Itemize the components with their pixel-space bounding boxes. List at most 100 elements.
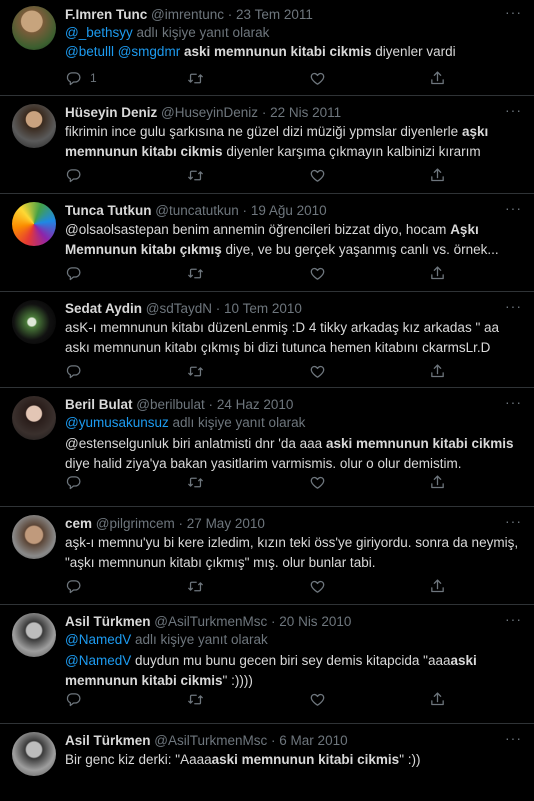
author-name[interactable]: Asil Türkmen [65, 733, 151, 748]
tweet[interactable]: Tunca Tutkun @tuncatutkun · 19 Ağu 2010 … [0, 194, 534, 292]
share-button[interactable] [429, 264, 446, 282]
reply-button[interactable] [65, 362, 82, 380]
retweet-button[interactable] [187, 264, 204, 282]
mention-link[interactable]: @betulll @smgdmr [65, 44, 180, 59]
reply-to-link[interactable]: @_bethsyy [65, 25, 133, 40]
like-button[interactable] [309, 69, 326, 87]
reply-button[interactable] [65, 577, 82, 595]
reply-to-link[interactable]: @yumusakunsuz [65, 415, 169, 430]
like-button[interactable] [309, 166, 326, 184]
reply-button[interactable] [65, 690, 82, 708]
like-button[interactable] [309, 473, 326, 491]
avatar[interactable] [12, 104, 56, 148]
author-name[interactable]: Beril Bulat [65, 397, 133, 412]
more-icon[interactable]: ··· [505, 102, 522, 118]
tweet-date[interactable]: 6 Mar 2010 [279, 733, 347, 748]
author-name[interactable]: Sedat Aydin [65, 301, 142, 316]
author-name[interactable]: F.Imren Tunc [65, 7, 147, 22]
highlighted-text: aski memnunun kitabi cikmis [211, 752, 400, 767]
separator: · [261, 105, 267, 120]
tweet-date[interactable]: 22 Nis 2011 [270, 105, 341, 120]
tweet-actions [65, 473, 465, 491]
author-handle[interactable]: @AsilTurkmenMsc [154, 614, 267, 629]
author-name[interactable]: Asil Türkmen [65, 614, 151, 629]
tweet[interactable]: Hüseyin Deniz @HuseyinDeniz · 22 Nis 201… [0, 96, 534, 194]
like-button[interactable] [309, 264, 326, 282]
author-name[interactable]: cem [65, 516, 92, 531]
avatar[interactable] [12, 515, 56, 559]
separator: · [178, 516, 184, 531]
more-icon[interactable]: ··· [505, 394, 522, 410]
tweet[interactable]: F.Imren Tunc @imrentunc · 23 Tem 2011 @_… [0, 0, 534, 96]
retweet-button[interactable] [187, 690, 204, 708]
reply-icon [65, 167, 82, 184]
reply-button[interactable] [65, 473, 82, 491]
reply-icon [65, 578, 82, 595]
reply-suffix: adlı kişiye yanıt olarak [136, 25, 270, 40]
tweet-text-part: @olsaolsastepan benim annemin öğrenciler… [65, 222, 447, 237]
reply-to-link[interactable]: @NamedV [65, 632, 131, 647]
retweet-button[interactable] [187, 577, 204, 595]
reply-suffix: adlı kişiye yanıt olarak [135, 632, 268, 647]
retweet-button[interactable] [187, 362, 204, 380]
avatar[interactable] [12, 300, 56, 344]
author-handle[interactable]: @pilgrimcem [96, 516, 175, 531]
reply-context: @yumusakunsuz adlı kişiye yanıt olarak [65, 414, 524, 432]
tweet-text-part: " :)) [399, 752, 421, 767]
share-button[interactable] [429, 362, 446, 380]
mention-link[interactable]: @NamedV [65, 653, 131, 668]
author-handle[interactable]: @berilbulat [136, 397, 205, 412]
retweet-button[interactable] [187, 473, 204, 491]
tweet[interactable]: Sedat Aydin @sdTaydN · 10 Tem 2010 asK-ı… [0, 292, 534, 388]
share-button[interactable] [429, 166, 446, 184]
author-handle[interactable]: @sdTaydN [146, 301, 212, 316]
author-name[interactable]: Hüseyin Deniz [65, 105, 157, 120]
like-button[interactable] [309, 690, 326, 708]
tweet-date[interactable]: 20 Nis 2010 [279, 614, 351, 629]
separator: · [227, 7, 233, 22]
avatar[interactable] [12, 732, 56, 776]
more-icon[interactable]: ··· [505, 200, 522, 216]
avatar[interactable] [12, 613, 56, 657]
reply-button[interactable] [65, 264, 82, 282]
more-icon[interactable]: ··· [505, 4, 522, 20]
share-icon [429, 691, 446, 708]
more-icon[interactable]: ··· [505, 513, 522, 529]
more-icon[interactable]: ··· [505, 298, 522, 314]
reply-button[interactable] [65, 166, 82, 184]
more-icon[interactable]: ··· [505, 730, 522, 746]
share-button[interactable] [429, 690, 446, 708]
tweet-actions [65, 690, 465, 708]
author-name[interactable]: Tunca Tutkun [65, 203, 152, 218]
more-icon[interactable]: ··· [505, 611, 522, 627]
author-handle[interactable]: @tuncatutkun [155, 203, 239, 218]
tweet-date[interactable]: 24 Haz 2010 [217, 397, 294, 412]
avatar[interactable] [12, 202, 56, 246]
retweet-button[interactable] [187, 69, 204, 87]
author-handle[interactable]: @HuseyinDeniz [161, 105, 258, 120]
tweet[interactable]: Asil Türkmen @AsilTurkmenMsc · 6 Mar 201… [0, 724, 534, 801]
tweet-date[interactable]: 19 Ağu 2010 [251, 203, 327, 218]
share-button[interactable] [429, 577, 446, 595]
tweet-actions [65, 264, 465, 282]
tweet[interactable]: cem @pilgrimcem · 27 May 2010 aşk-ı memn… [0, 507, 534, 605]
share-button[interactable] [429, 473, 446, 491]
tweet-text-part: aşk-ı memnu'yu bi kere izledim, kızın te… [65, 535, 519, 570]
author-handle[interactable]: @AsilTurkmenMsc [154, 733, 267, 748]
tweet-date[interactable]: 27 May 2010 [187, 516, 265, 531]
share-icon [429, 265, 446, 282]
like-button[interactable] [309, 577, 326, 595]
reply-button[interactable]: 1 [65, 69, 97, 87]
avatar[interactable] [12, 6, 56, 50]
tweet-date[interactable]: 10 Tem 2010 [224, 301, 302, 316]
like-button[interactable] [309, 362, 326, 380]
tweet-header: Sedat Aydin @sdTaydN · 10 Tem 2010 [65, 300, 524, 318]
author-handle[interactable]: @imrentunc [151, 7, 224, 22]
tweet-date[interactable]: 23 Tem 2011 [236, 7, 313, 22]
share-button[interactable] [429, 69, 446, 87]
tweet[interactable]: Asil Türkmen @AsilTurkmenMsc · 20 Nis 20… [0, 605, 534, 724]
avatar[interactable] [12, 396, 56, 440]
tweet[interactable]: Beril Bulat @berilbulat · 24 Haz 2010 @y… [0, 388, 534, 507]
retweet-button[interactable] [187, 166, 204, 184]
tweet-text-part: Bir genc kiz derki: "Aaaa [65, 752, 212, 767]
